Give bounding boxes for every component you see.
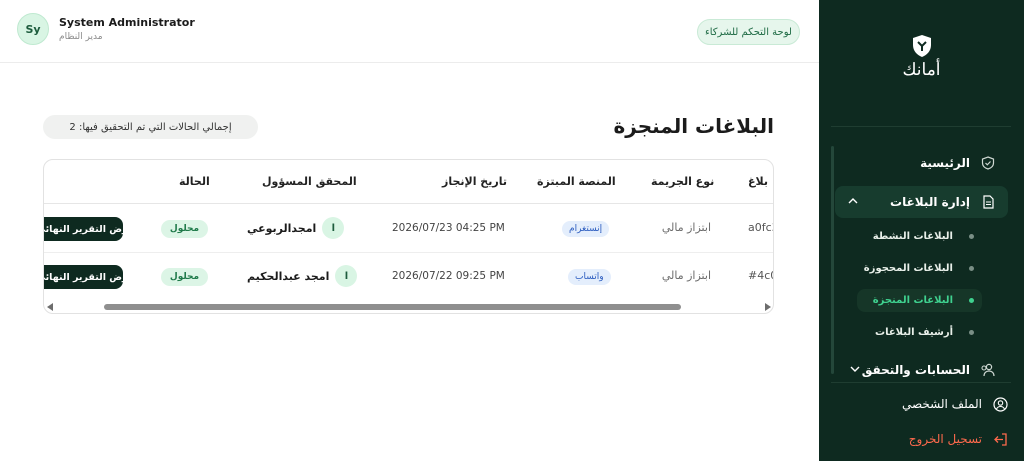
status-badge: محلول — [161, 268, 208, 286]
platform-badge: إنستغرام — [562, 221, 610, 237]
logo-text: أمانك — [902, 60, 941, 80]
sidebar-item-reports[interactable]: إدارة البلاغات — [835, 186, 1008, 218]
platform-badge: واتساب — [568, 269, 611, 285]
view-final-report-button[interactable]: عرض التقرير النهائي — [44, 217, 123, 241]
divider — [831, 126, 1011, 127]
logo[interactable]: أمانك — [819, 34, 1024, 80]
table-row[interactable]: #4c0 ابتزاز مالي واتساب 2026/07/22 09:25… — [44, 253, 773, 301]
completion-date: 2026/07/23 04:25 PM — [392, 222, 505, 234]
sidebar-item-logout[interactable]: تسجيل الخروج — [909, 423, 1008, 455]
report-id: a0fc3 — [748, 221, 773, 234]
sidebar-subitem-label: البلاغات النشطة — [872, 231, 953, 242]
crime-type: ابتزاز مالي — [661, 269, 711, 282]
column-header-id[interactable]: بلاغ — [748, 175, 768, 188]
scroll-right-arrow-icon[interactable] — [765, 303, 771, 311]
sidebar-item-label: الحسابات والتحقق — [861, 363, 970, 377]
table-row[interactable]: a0fc3 ابتزاز مالي إنستغرام 2026/07/23 04… — [44, 205, 773, 253]
completion-date: 2026/07/22 09:25 PM — [392, 270, 505, 282]
sidebar-scroll-track[interactable] — [831, 146, 834, 374]
investigator-name: امجدالربوعي — [247, 221, 317, 235]
scroll-left-arrow-icon[interactable] — [47, 303, 53, 311]
sidebar-item-home[interactable]: الرئيسية — [920, 147, 996, 179]
sidebar-subitem-label: البلاغات المنجزة — [872, 295, 953, 306]
partner-dashboard-button[interactable]: لوحة التحكم للشركاء — [697, 19, 800, 45]
sidebar-subitem-label: البلاغات المحجوزة — [863, 263, 953, 274]
avatar[interactable]: Sy — [17, 13, 49, 45]
view-final-report-button[interactable]: عرض التقرير النهائي — [44, 265, 123, 289]
users-icon — [980, 362, 996, 378]
column-header-investigator[interactable]: المحقق المسؤول — [262, 175, 357, 188]
user-name: System Administrator — [59, 16, 195, 29]
scrollbar-thumb[interactable] — [104, 304, 681, 310]
bullet-dot-icon — [969, 330, 974, 335]
sidebar: أمانك الرئيسية إدارة البلاغات البلاغات ا… — [819, 0, 1024, 461]
investigator-name: امجد عبدالحكيم — [247, 269, 330, 283]
investigator-avatar: ا — [335, 265, 358, 287]
investigator: ا امجدالربوعي — [247, 217, 345, 239]
column-header-crime-type[interactable]: نوع الجريمة — [651, 175, 714, 188]
report-id: #4c0 — [748, 269, 773, 282]
sidebar-item-label: الملف الشخصي — [902, 397, 982, 411]
total-cases-badge: إجمالي الحالات التي تم التحقيق فيها: 2 — [43, 115, 258, 139]
status-badge: محلول — [161, 220, 208, 238]
sidebar-subitem-completed-reports[interactable]: البلاغات المنجزة — [857, 289, 982, 312]
column-header-status[interactable]: الحالة — [179, 175, 210, 188]
document-icon — [980, 194, 996, 210]
table-header: بلاغ نوع الجريمة المنصة المبتزة تاريخ ال… — [44, 160, 773, 204]
shield-logo-icon — [912, 35, 931, 57]
investigator: ا امجد عبدالحكيم — [247, 265, 358, 287]
crime-type: ابتزاز مالي — [661, 221, 711, 234]
divider — [831, 382, 1011, 383]
bullet-dot-icon — [969, 234, 974, 239]
sidebar-item-label: الرئيسية — [920, 156, 970, 170]
user-role: مدير النظام — [59, 32, 103, 42]
page-title: البلاغات المنجزة — [613, 114, 774, 138]
sidebar-item-label: تسجيل الخروج — [908, 432, 982, 446]
bullet-dot-icon — [969, 298, 974, 303]
completed-reports-table: بلاغ نوع الجريمة المنصة المبتزة تاريخ ال… — [43, 159, 774, 314]
column-header-platform[interactable]: المنصة المبتزة — [537, 175, 616, 188]
sidebar-subitem-label: أرشيف البلاغات — [875, 327, 953, 338]
horizontal-scrollbar[interactable] — [44, 300, 773, 313]
sidebar-subitem-active-reports[interactable]: البلاغات النشطة — [873, 231, 974, 242]
investigator-avatar: ا — [322, 217, 345, 239]
sidebar-item-label: إدارة البلاغات — [890, 195, 970, 209]
user-menu[interactable]: Sy System Administrator مدير النظام — [17, 13, 195, 45]
logout-icon — [992, 431, 1008, 447]
shield-check-icon — [980, 155, 996, 171]
user-info: System Administrator مدير النظام — [59, 16, 195, 42]
sidebar-subitem-reports-archive[interactable]: أرشيف البلاغات — [875, 327, 974, 338]
column-header-date[interactable]: تاريخ الإنجاز — [442, 175, 507, 188]
sidebar-item-profile[interactable]: الملف الشخصي — [902, 388, 1008, 420]
chevron-down-icon[interactable] — [849, 363, 861, 378]
chevron-up-icon[interactable] — [847, 195, 859, 210]
top-header: Sy System Administrator مدير النظام لوحة… — [0, 0, 819, 63]
user-circle-icon — [992, 396, 1008, 412]
bullet-dot-icon — [969, 266, 974, 271]
sidebar-subitem-reserved-reports[interactable]: البلاغات المحجوزة — [864, 263, 974, 274]
